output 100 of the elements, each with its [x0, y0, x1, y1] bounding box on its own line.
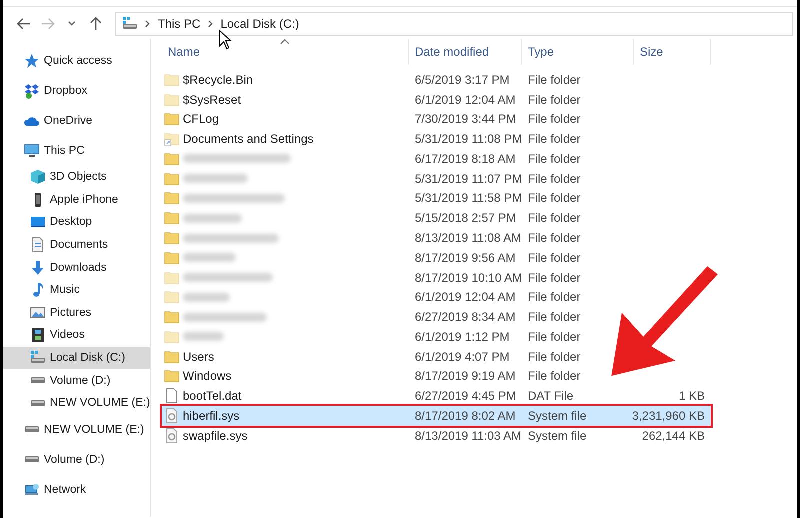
- sidebar-item[interactable]: Downloads: [3, 256, 150, 279]
- breadcrumb[interactable]: This PC: [158, 17, 201, 31]
- sidebar-item[interactable]: Local Disk (C:): [3, 346, 150, 370]
- file-size: 3,231,960 KB: [632, 408, 705, 423]
- file-name: bootTel.dat: [183, 389, 242, 404]
- date-modified: 6/17/2019 8:18 AM: [415, 152, 516, 166]
- file-row[interactable]: 8/17/2019 10:10 AM File folder: [162, 268, 797, 288]
- sidebar-item[interactable]: Music: [3, 278, 150, 302]
- file-type: File folder: [528, 191, 581, 206]
- back-arrow-icon: [16, 16, 32, 32]
- date-modified: 6/1/2019 12:04 AM: [415, 92, 516, 107]
- file-row[interactable]: swapfile.sys 8/13/2019 11:03 AM System file 262,144 KB: [162, 426, 797, 446]
- date-modified: 6/5/2019 3:17 PM: [415, 72, 510, 87]
- date-modified: 5/15/2018 2:57 PM: [415, 211, 516, 226]
- file-row[interactable]: 6/17/2019 8:18 AM File folder: [162, 149, 797, 169]
- star-icon: [24, 53, 40, 69]
- file-row[interactable]: Documents and Settings 5/31/2019 11:08 PM File folder: [162, 129, 797, 150]
- file-type: File folder: [528, 231, 581, 245]
- file-row[interactable]: 8/13/2019 11:08 AM File folder: [162, 228, 797, 248]
- date-modified: 8/17/2019 9:19 AM: [415, 369, 516, 384]
- picture-icon: [30, 304, 46, 321]
- sidebar-item[interactable]: NEW VOLUME (E:): [3, 414, 150, 445]
- folder-icon: [164, 170, 180, 187]
- up-arrow-icon: [88, 16, 104, 32]
- file-row[interactable]: 6/1/2019 1:12 PM File folder: [162, 326, 797, 347]
- dropbox-icon: [24, 83, 40, 99]
- sidebar-item[interactable]: Pictures: [3, 302, 150, 324]
- file-name: Documents and Settings: [183, 132, 314, 146]
- breadcrumb[interactable]: Local Disk (C:): [220, 17, 300, 31]
- folder-icon: [164, 348, 180, 365]
- computer-icon: [24, 143, 40, 159]
- system-file-icon: [164, 428, 180, 444]
- column-header[interactable]: Size: [634, 39, 711, 65]
- sidebar-item[interactable]: Quick access: [3, 46, 150, 76]
- file-row[interactable]: 6/1/2019 12:04 AM File folder: [162, 287, 797, 308]
- file-row[interactable]: Windows 8/17/2019 9:19 AM File folder: [162, 366, 797, 386]
- column-header[interactable]: Type: [522, 39, 634, 65]
- file-row[interactable]: 6/27/2019 8:34 AM File folder: [162, 307, 797, 327]
- sidebar-item[interactable]: Apple iPhone: [3, 188, 150, 212]
- file-row[interactable]: 5/31/2019 11:58 PM File folder: [162, 188, 797, 208]
- sidebar-item[interactable]: Documents: [3, 234, 150, 256]
- sidebar-item[interactable]: Videos: [3, 324, 150, 347]
- folder-icon: [164, 150, 180, 167]
- file-name: Windows: [183, 369, 232, 384]
- file-row[interactable]: Users 6/1/2019 4:07 PM File folder: [162, 346, 797, 366]
- file-type: File folder: [528, 250, 581, 265]
- file-name: $SysReset: [183, 92, 242, 107]
- date-modified: 5/31/2019 11:08 PM: [415, 132, 522, 146]
- down-arrow-icon: [30, 260, 46, 276]
- folder-icon: [164, 230, 180, 246]
- file-row[interactable]: 8/17/2019 9:56 AM File folder: [162, 248, 797, 268]
- file-row[interactable]: hiberfil.sys 8/17/2019 8:02 AM System file 3,231,960 KB: [162, 406, 711, 426]
- file-name: swapfile.sys: [183, 428, 248, 443]
- sidebar-item[interactable]: Volume (D:): [3, 369, 150, 392]
- date-modified: 6/27/2019 4:45 PM: [415, 389, 516, 404]
- sidebar-item[interactable]: Network: [3, 474, 150, 505]
- sidebar-item[interactable]: Dropbox: [3, 76, 150, 106]
- file-type: File folder: [528, 132, 581, 146]
- date-modified: 6/1/2019 12:04 AM: [415, 290, 516, 304]
- file-type: File folder: [528, 270, 581, 285]
- file-name: Users: [183, 350, 214, 364]
- file-size: 262,144 KB: [642, 428, 705, 443]
- date-modified: 5/31/2019 11:58 PM: [415, 191, 522, 206]
- file-type: File folder: [528, 172, 581, 186]
- folder-icon: [164, 210, 180, 226]
- file-row[interactable]: 5/31/2019 11:07 PM File folder: [162, 168, 797, 189]
- network-icon: [24, 482, 40, 498]
- file-name: CFLog: [183, 112, 220, 126]
- sidebar-item[interactable]: 3D Objects: [3, 166, 150, 189]
- sidebar-item[interactable]: OneDrive: [3, 106, 150, 136]
- date-modified: 8/13/2019 11:03 AM: [415, 428, 522, 443]
- file-row[interactable]: $Recycle.Bin 6/5/2019 3:17 PM File folder: [162, 70, 797, 90]
- forward-arrow-icon: [40, 16, 56, 32]
- date-modified: 5/31/2019 11:07 PM: [415, 172, 522, 186]
- date-modified: 6/1/2019 1:12 PM: [415, 330, 510, 344]
- film-icon: [30, 327, 46, 344]
- windows-drive-icon: [122, 16, 138, 32]
- date-modified: 6/1/2019 4:07 PM: [415, 350, 510, 364]
- folder-icon: [164, 368, 180, 384]
- file-row[interactable]: CFLog 7/30/2019 3:44 PM File folder: [162, 110, 797, 130]
- sidebar-item[interactable]: NEW VOLUME (E:): [3, 392, 150, 415]
- file-type: System file: [528, 428, 587, 443]
- sidebar-item[interactable]: Volume (D:): [3, 444, 150, 475]
- drive-icon: [24, 456, 40, 464]
- sidebar-item[interactable]: Desktop: [3, 211, 150, 234]
- system-file-icon: [164, 408, 180, 424]
- column-header[interactable]: Name: [162, 39, 409, 65]
- folder-icon: [164, 309, 180, 326]
- file-icon: [164, 388, 180, 404]
- file-type: File folder: [528, 290, 581, 304]
- file-row[interactable]: $SysReset 6/1/2019 12:04 AM File folder: [162, 90, 797, 110]
- desktop-icon: [30, 214, 46, 230]
- file-type: DAT File: [528, 389, 574, 404]
- file-row[interactable]: bootTel.dat 6/27/2019 4:45 PM DAT File 1 KB: [162, 386, 797, 406]
- sidebar-item[interactable]: This PC: [3, 136, 150, 166]
- file-type: File folder: [528, 369, 581, 384]
- file-row[interactable]: 5/15/2018 2:57 PM File folder: [162, 208, 797, 228]
- column-header[interactable]: Date modified: [409, 39, 522, 65]
- file-type: File folder: [528, 350, 581, 364]
- date-modified: 7/30/2019 3:44 PM: [415, 112, 516, 126]
